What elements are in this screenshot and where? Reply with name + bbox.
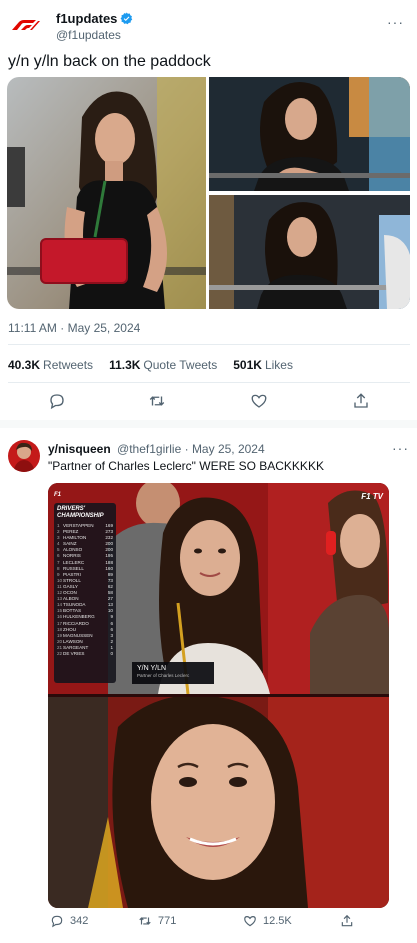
like-icon[interactable] <box>250 392 268 410</box>
standings-list: 1 VERSTAPPEN 169 2 PEREZ 273 3 HAMILTON 232 4 SAIN… <box>57 523 113 657</box>
tweet-f1updates[interactable]: f1updates @f1updates ··· y/n y/ln back o… <box>0 0 417 420</box>
meta-separator: · <box>184 442 192 456</box>
photo-balcony-top[interactable] <box>209 77 410 191</box>
tweet-text: "Partner of Charles Leclerc" WERE SO BAC… <box>48 459 324 473</box>
photo-balcony-bottom[interactable] <box>209 195 410 309</box>
name-lower-third: Y/N Y/LN Partner of Charles Leclerc <box>132 662 214 684</box>
retweet-count: 771 <box>158 915 177 927</box>
reply-icon[interactable] <box>48 392 66 410</box>
lower-third-subtitle: Partner of Charles Leclerc <box>137 673 190 678</box>
likes-stat[interactable]: 501K Likes <box>233 358 293 372</box>
handle[interactable]: @f1updates <box>56 28 121 42</box>
more-options-icon[interactable]: ··· <box>387 14 404 30</box>
share-button[interactable] <box>340 914 354 928</box>
standings-row: 22 DE VRIES 0 <box>57 651 113 657</box>
retweet-button[interactable]: 771 <box>138 914 176 928</box>
retweets-stat[interactable]: 40.3K Retweets <box>8 358 93 372</box>
tweet-media[interactable]: F1 F1 TV DRIVERS' CHAMPIONSHIP 1 VERSTAPP… <box>48 483 389 908</box>
reply-button[interactable]: 342 <box>50 914 88 928</box>
likes-label: Likes <box>264 358 293 372</box>
handle[interactable]: @thef1girlie <box>117 442 181 456</box>
share-icon[interactable] <box>352 392 370 410</box>
quotes-stat[interactable]: 11.3K Quote Tweets <box>109 358 217 372</box>
standings-driver: DE VRIES <box>63 650 85 656</box>
like-button[interactable]: 12.5K <box>243 914 292 928</box>
retweet-icon[interactable] <box>148 392 166 410</box>
f1-logo-avatar[interactable] <box>10 18 40 32</box>
standings-title: DRIVERS' CHAMPIONSHIP <box>57 506 104 519</box>
quotes-label: Quote Tweets <box>143 358 218 372</box>
display-name[interactable]: y/nisqueen <box>48 442 111 456</box>
tweet-actions <box>0 392 417 412</box>
tweet-reply[interactable]: y/nisqueen @thef1girlie · May 25, 2024 ·… <box>0 428 417 943</box>
reply-icon <box>51 915 63 928</box>
retweets-count: 40.3K <box>8 358 41 372</box>
display-name-text[interactable]: f1updates <box>56 11 117 26</box>
verified-badge-icon <box>120 12 133 25</box>
like-count: 12.5K <box>263 915 292 927</box>
broadcast-frame[interactable]: F1 F1 TV DRIVERS' CHAMPIONSHIP 1 VERSTAPP… <box>48 483 389 695</box>
photo-paddock-walking[interactable] <box>7 77 206 309</box>
retweets-label: Retweets <box>43 358 94 372</box>
reply-count: 342 <box>70 915 89 927</box>
f1tv-logo: F1 TV <box>361 492 383 501</box>
tweet-actions: 342 771 12.5K <box>0 914 417 932</box>
quotes-count: 11.3K <box>109 358 141 372</box>
drivers-standings-panel: DRIVERS' CHAMPIONSHIP 1 VERSTAPPEN 169 2 PER… <box>54 503 116 683</box>
closeup-frame[interactable] <box>48 695 389 908</box>
like-icon <box>244 916 256 927</box>
tweet-timestamp[interactable]: 11:11 AM · May 25, 2024 <box>8 321 140 335</box>
tweet-separator <box>0 420 417 428</box>
retweet-icon <box>139 917 151 925</box>
tweet-header: f1updates @f1updates ··· <box>8 8 408 42</box>
divider <box>8 382 410 383</box>
lower-third-name: Y/N Y/LN <box>137 665 167 672</box>
display-name[interactable]: f1updates <box>56 11 133 26</box>
avatar[interactable] <box>8 440 40 472</box>
standings-points: 0 <box>110 650 113 656</box>
more-options-icon[interactable]: ··· <box>392 440 409 456</box>
photo-grid <box>7 77 410 309</box>
tweet-text: y/n y/ln back on the paddock <box>8 53 211 70</box>
share-icon <box>341 914 353 927</box>
tweet-stats: 40.3K Retweets 11.3K Quote Tweets 501K Like… <box>8 358 293 372</box>
tweet-meta: y/nisqueen @thef1girlie · May 25, 2024 <box>48 442 265 456</box>
tweet-date[interactable]: May 25, 2024 <box>192 442 265 456</box>
likes-count: 501K <box>233 358 262 372</box>
divider <box>8 344 410 345</box>
f1-broadcast-logo: F1 <box>54 492 62 498</box>
